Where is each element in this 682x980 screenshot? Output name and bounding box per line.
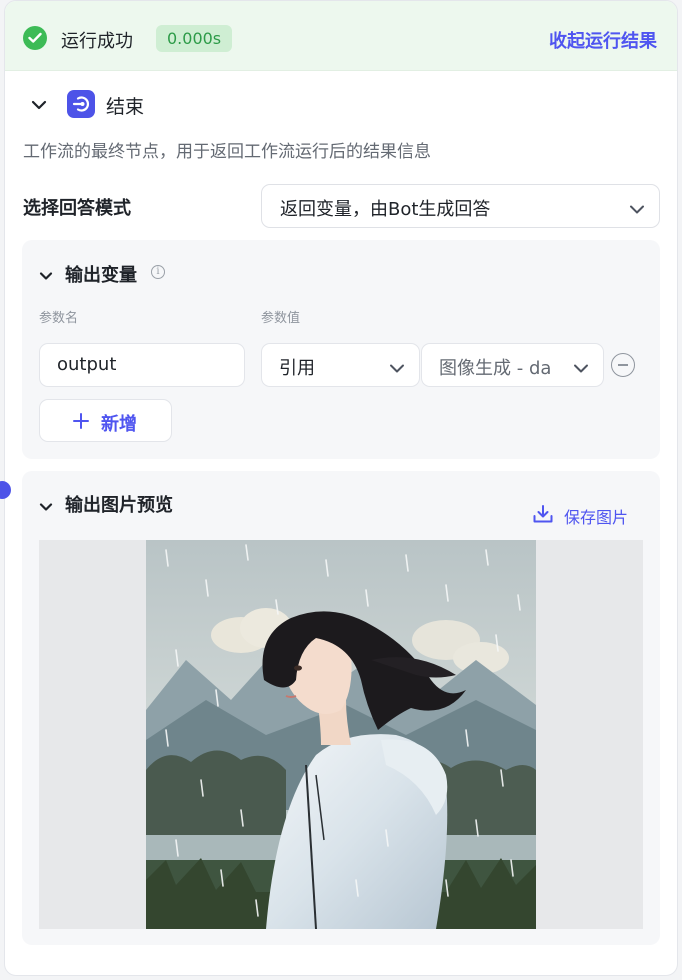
param-value-header: 参数值 xyxy=(261,311,301,326)
chevron-down-icon xyxy=(573,359,589,378)
chevron-down-icon[interactable] xyxy=(39,266,53,285)
save-image-label: 保存图片 xyxy=(564,508,629,527)
answer-mode-select[interactable]: 返回变量，由Bot生成回答 xyxy=(261,184,660,228)
reference-value-select[interactable]: 图像生成 - da xyxy=(421,343,604,387)
plus-icon xyxy=(72,412,90,434)
node-description: 工作流的最终节点，用于返回工作流运行后的结果信息 xyxy=(23,142,431,162)
chevron-down-icon[interactable] xyxy=(39,497,53,516)
info-icon[interactable]: i xyxy=(151,265,165,279)
image-preview-frame xyxy=(39,540,643,929)
add-variable-button[interactable]: 新增 xyxy=(39,399,172,442)
param-name-value: output xyxy=(57,354,117,375)
reference-type-select[interactable]: 引用 xyxy=(261,343,420,387)
output-variables-panel: 输出变量 i 参数名 参数值 output 引用 图像生成 - da 新增 xyxy=(22,240,660,459)
output-variables-title: 输出变量 xyxy=(65,265,137,286)
download-icon xyxy=(532,504,554,528)
check-circle-icon xyxy=(23,26,47,50)
image-preview-title: 输出图片预览 xyxy=(65,495,173,516)
answer-mode-label: 选择回答模式 xyxy=(23,198,131,219)
reference-type-value: 引用 xyxy=(279,358,315,379)
end-node-card: 运行成功 0.000s 收起运行结果 结束 工作流的最终节点，用于返回工作流运行… xyxy=(4,0,678,976)
reference-value-text: 图像生成 - da xyxy=(439,358,552,379)
duration-badge: 0.000s xyxy=(156,25,233,52)
image-preview-panel: 输出图片预览 保存图片 xyxy=(22,471,660,945)
collapse-results-button[interactable]: 收起运行结果 xyxy=(549,27,657,53)
answer-mode-value: 返回变量，由Bot生成回答 xyxy=(280,199,491,220)
minus-circle-icon[interactable] xyxy=(611,353,635,377)
end-node-icon xyxy=(67,90,95,118)
chevron-down-icon xyxy=(389,359,405,378)
chevron-down-icon xyxy=(629,200,645,219)
param-name-input[interactable]: output xyxy=(39,343,245,387)
param-name-header: 参数名 xyxy=(39,311,79,326)
node-title: 结束 xyxy=(106,96,145,118)
run-status-bar: 运行成功 0.000s 收起运行结果 xyxy=(5,1,677,71)
chevron-down-icon[interactable] xyxy=(31,96,47,115)
run-status-text: 运行成功 xyxy=(61,31,133,52)
add-variable-label: 新增 xyxy=(101,414,137,435)
generated-image[interactable] xyxy=(146,540,536,929)
